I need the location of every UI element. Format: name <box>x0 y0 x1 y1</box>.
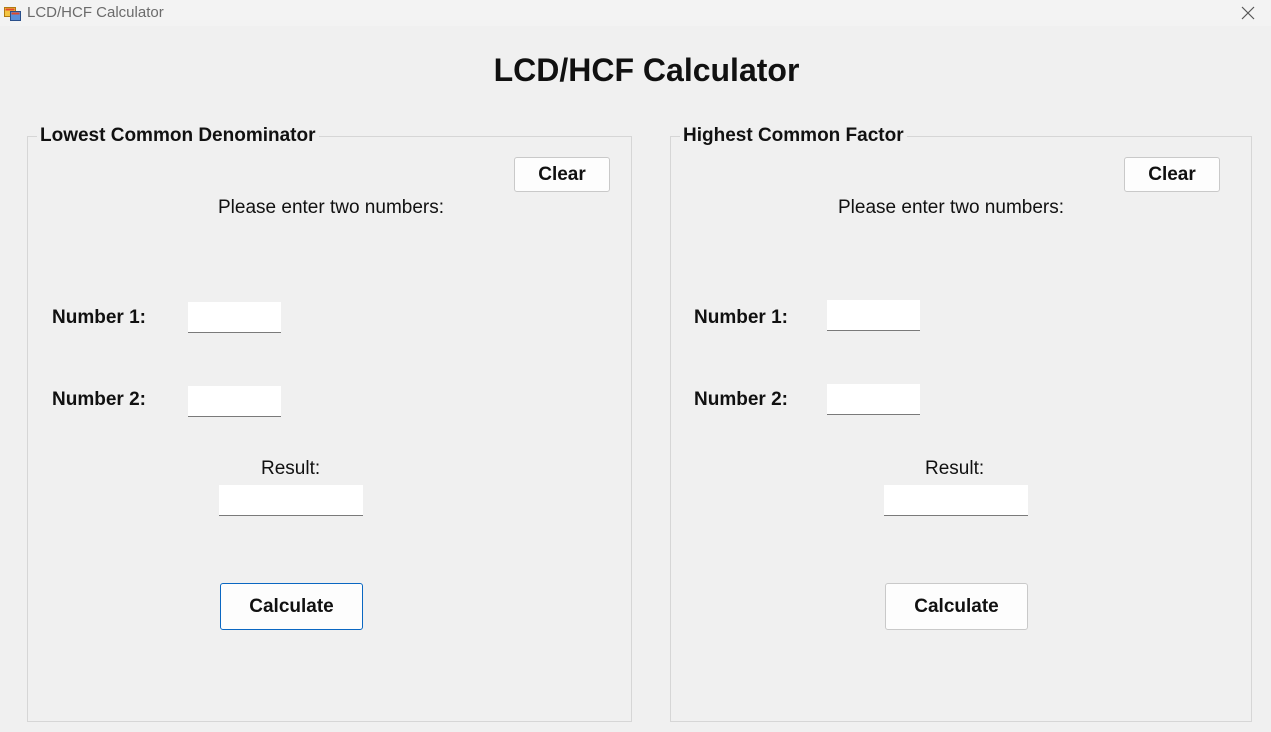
hcf-number2-input[interactable] <box>827 384 920 415</box>
lcd-instruction: Please enter two numbers: <box>218 197 445 218</box>
hcf-instruction: Please enter two numbers: <box>838 197 1065 218</box>
lcd-result-field[interactable] <box>219 485 363 516</box>
window-title: LCD/HCF Calculator <box>27 4 164 21</box>
hcf-number1-input[interactable] <box>827 300 920 331</box>
title-bar: LCD/HCF Calculator <box>0 0 1271 26</box>
client-area: LCD/HCF Calculator Lowest Common Denomin… <box>0 26 1271 732</box>
hcf-groupbox: Highest Common Factor Clear Please enter… <box>670 125 1252 722</box>
hcf-result-field[interactable] <box>884 485 1028 516</box>
hcf-number1-label: Number 1: <box>694 307 788 328</box>
page-title: LCD/HCF Calculator <box>493 52 800 88</box>
close-icon <box>1241 6 1255 20</box>
hcf-result-label: Result: <box>925 458 985 479</box>
hcf-group-title: Highest Common Factor <box>680 125 907 147</box>
lcd-calculate-button[interactable]: Calculate <box>220 583 363 630</box>
lcd-number1-input[interactable] <box>188 302 281 333</box>
lcd-number2-input[interactable] <box>188 386 281 417</box>
hcf-number2-label: Number 2: <box>694 389 788 410</box>
app-icon <box>4 7 21 21</box>
lcd-groupbox: Lowest Common Denominator Clear Please e… <box>27 125 632 722</box>
lcd-clear-button[interactable]: Clear <box>514 157 610 192</box>
hcf-clear-button[interactable]: Clear <box>1124 157 1220 192</box>
lcd-number2-label: Number 2: <box>52 389 146 410</box>
lcd-result-label: Result: <box>261 458 321 479</box>
close-button[interactable] <box>1225 0 1271 26</box>
lcd-number1-label: Number 1: <box>52 307 146 328</box>
hcf-calculate-button[interactable]: Calculate <box>885 583 1028 630</box>
lcd-group-title: Lowest Common Denominator <box>37 125 319 147</box>
